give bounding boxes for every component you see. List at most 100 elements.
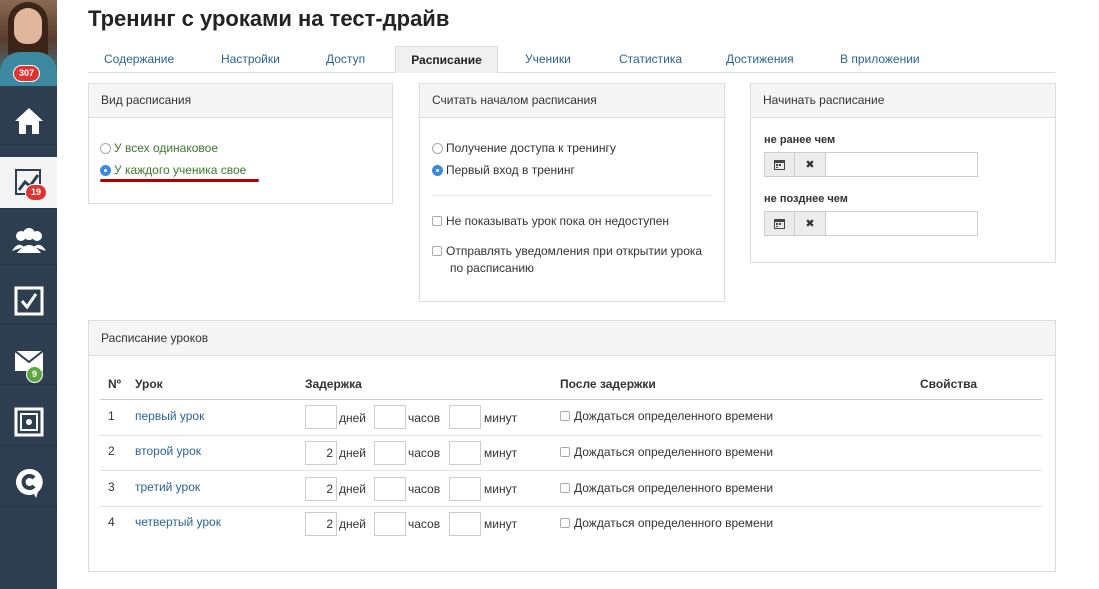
mail-badge: 9 — [26, 366, 44, 383]
minutes-unit: минут — [484, 411, 518, 425]
sidebar-item-safe[interactable] — [0, 398, 57, 446]
users-icon — [11, 227, 46, 253]
clear-button[interactable]: ✖ — [795, 152, 826, 177]
not-after-label: не позднее чем — [764, 193, 848, 205]
delay-days-input[interactable] — [305, 405, 337, 429]
row-divider — [100, 435, 1042, 436]
calendar-button[interactable] — [764, 211, 795, 236]
checkbox[interactable] — [560, 518, 570, 528]
clear-button[interactable]: ✖ — [795, 211, 826, 236]
hours-unit: часов — [408, 517, 441, 531]
radio-button[interactable] — [100, 142, 111, 154]
delay-hours-input[interactable] — [374, 477, 406, 501]
tab-access[interactable]: Доступ — [326, 46, 365, 73]
close-icon: ✖ — [805, 159, 815, 171]
checkbox[interactable] — [432, 246, 442, 256]
checkbox[interactable] — [560, 447, 570, 457]
option-label: У всех одинаковое — [114, 141, 219, 155]
wait-time-checkbox[interactable]: Дождаться определенного времени — [560, 516, 773, 530]
row-num: 1 — [108, 409, 115, 423]
option-label: Получение доступа к тренингу — [446, 141, 616, 155]
radio-button[interactable] — [432, 142, 443, 154]
tab-achievements[interactable]: Достижения — [726, 46, 794, 73]
checkbox[interactable] — [432, 216, 442, 226]
calendar-icon — [774, 160, 785, 170]
calendar-button[interactable] — [764, 152, 795, 177]
radio-same-for-all[interactable]: У всех одинаковое — [100, 141, 218, 155]
radio-individual[interactable]: У каждого ученика свое — [100, 163, 246, 177]
checkbox-hide-unavailable[interactable]: Не показывать урок пока он недоступен — [432, 214, 669, 228]
days-unit: дней — [339, 446, 367, 460]
hours-unit: часов — [408, 411, 441, 425]
delay-hours-input[interactable] — [374, 405, 406, 429]
sidebar-item-statistics[interactable] — [0, 157, 57, 209]
delay-minutes-input[interactable] — [449, 512, 481, 536]
wait-time-checkbox[interactable]: Дождаться определенного времени — [560, 481, 773, 495]
sidebar-item-chat[interactable] — [0, 459, 57, 507]
row-num: 4 — [108, 515, 115, 529]
col-header-after-delay: После задержки — [560, 377, 656, 391]
tab-in-app[interactable]: В приложении — [840, 46, 920, 73]
option-label-continued: по расписанию — [450, 261, 535, 275]
delay-days-input[interactable]: 2 — [305, 441, 337, 465]
row-num: 3 — [108, 480, 115, 494]
row-divider — [100, 470, 1042, 471]
tab-settings[interactable]: Настройки — [221, 46, 280, 73]
schedule-start-panel: Считать началом расписания Получение дос… — [419, 83, 725, 302]
safe-icon — [14, 407, 43, 436]
option-label: Не показывать урок пока он недоступен — [446, 214, 670, 228]
divider — [432, 195, 712, 196]
lesson-link[interactable]: первый урок — [135, 409, 204, 423]
delay-hours-input[interactable] — [374, 512, 406, 536]
option-label: Первый вход в тренинг — [446, 163, 575, 177]
col-header-delay: Задержка — [305, 377, 362, 391]
delay-minutes-input[interactable] — [449, 405, 481, 429]
sidebar-item-users[interactable] — [0, 217, 57, 265]
col-header-num: Nº — [108, 377, 122, 391]
panel-title: Начинать расписание — [751, 84, 1055, 118]
delay-hours-input[interactable] — [374, 441, 406, 465]
row-divider — [100, 506, 1042, 507]
not-before-datepicker: ✖ — [764, 152, 978, 177]
radio-access-granted[interactable]: Получение доступа к тренингу — [432, 141, 616, 155]
minutes-unit: минут — [484, 446, 518, 460]
panel-title: Вид расписания — [89, 84, 392, 118]
schedule-begin-panel: Начинать расписание не ранее чем ✖ не по… — [750, 83, 1056, 263]
statistics-badge: 19 — [25, 184, 48, 201]
option-label: Дождаться определенного времени — [574, 445, 774, 459]
checkbox[interactable] — [560, 483, 570, 493]
lesson-link[interactable]: второй урок — [135, 444, 201, 458]
tab-statistics[interactable]: Статистика — [619, 46, 682, 73]
delay-days-input[interactable]: 2 — [305, 477, 337, 501]
option-label: Дождаться определенного времени — [574, 409, 774, 423]
tab-content[interactable]: Содержание — [104, 46, 174, 73]
tab-schedule[interactable]: Расписание — [395, 46, 498, 73]
sidebar-item-home[interactable] — [0, 97, 57, 145]
lesson-link[interactable]: четвертый урок — [135, 515, 221, 529]
sidebar-item-tasks[interactable] — [0, 277, 57, 325]
tab-bar: Содержание Настройки Доступ Расписание У… — [88, 46, 1055, 73]
delay-days-input[interactable]: 2 — [305, 512, 337, 536]
delay-minutes-input[interactable] — [449, 441, 481, 465]
checkbox-send-notifications[interactable]: Отправлять уведомления при открытии урок… — [432, 244, 702, 258]
red-underline-annotation — [100, 179, 259, 182]
radio-button-selected[interactable] — [100, 164, 111, 176]
radio-first-login[interactable]: Первый вход в тренинг — [432, 163, 575, 177]
panel-title: Расписание уроков — [89, 321, 1055, 356]
wait-time-checkbox[interactable]: Дождаться определенного времени — [560, 445, 773, 459]
panel-title: Считать началом расписания — [420, 84, 724, 118]
header-divider — [100, 399, 1042, 400]
not-before-input[interactable] — [826, 152, 978, 177]
col-header-lesson: Урок — [135, 377, 163, 391]
lesson-link[interactable]: третий урок — [135, 480, 200, 494]
not-after-input[interactable] — [826, 211, 978, 236]
option-label: Дождаться определенного времени — [574, 516, 774, 530]
tab-students[interactable]: Ученики — [525, 46, 571, 73]
not-before-label: не ранее чем — [764, 134, 836, 146]
delay-minutes-input[interactable] — [449, 477, 481, 501]
col-header-properties: Свойства — [920, 377, 978, 391]
wait-time-checkbox[interactable]: Дождаться определенного времени — [560, 409, 773, 423]
option-label: Отправлять уведомления при открытии урок… — [446, 244, 703, 258]
checkbox[interactable] — [560, 411, 570, 421]
radio-button-selected[interactable] — [432, 164, 443, 176]
